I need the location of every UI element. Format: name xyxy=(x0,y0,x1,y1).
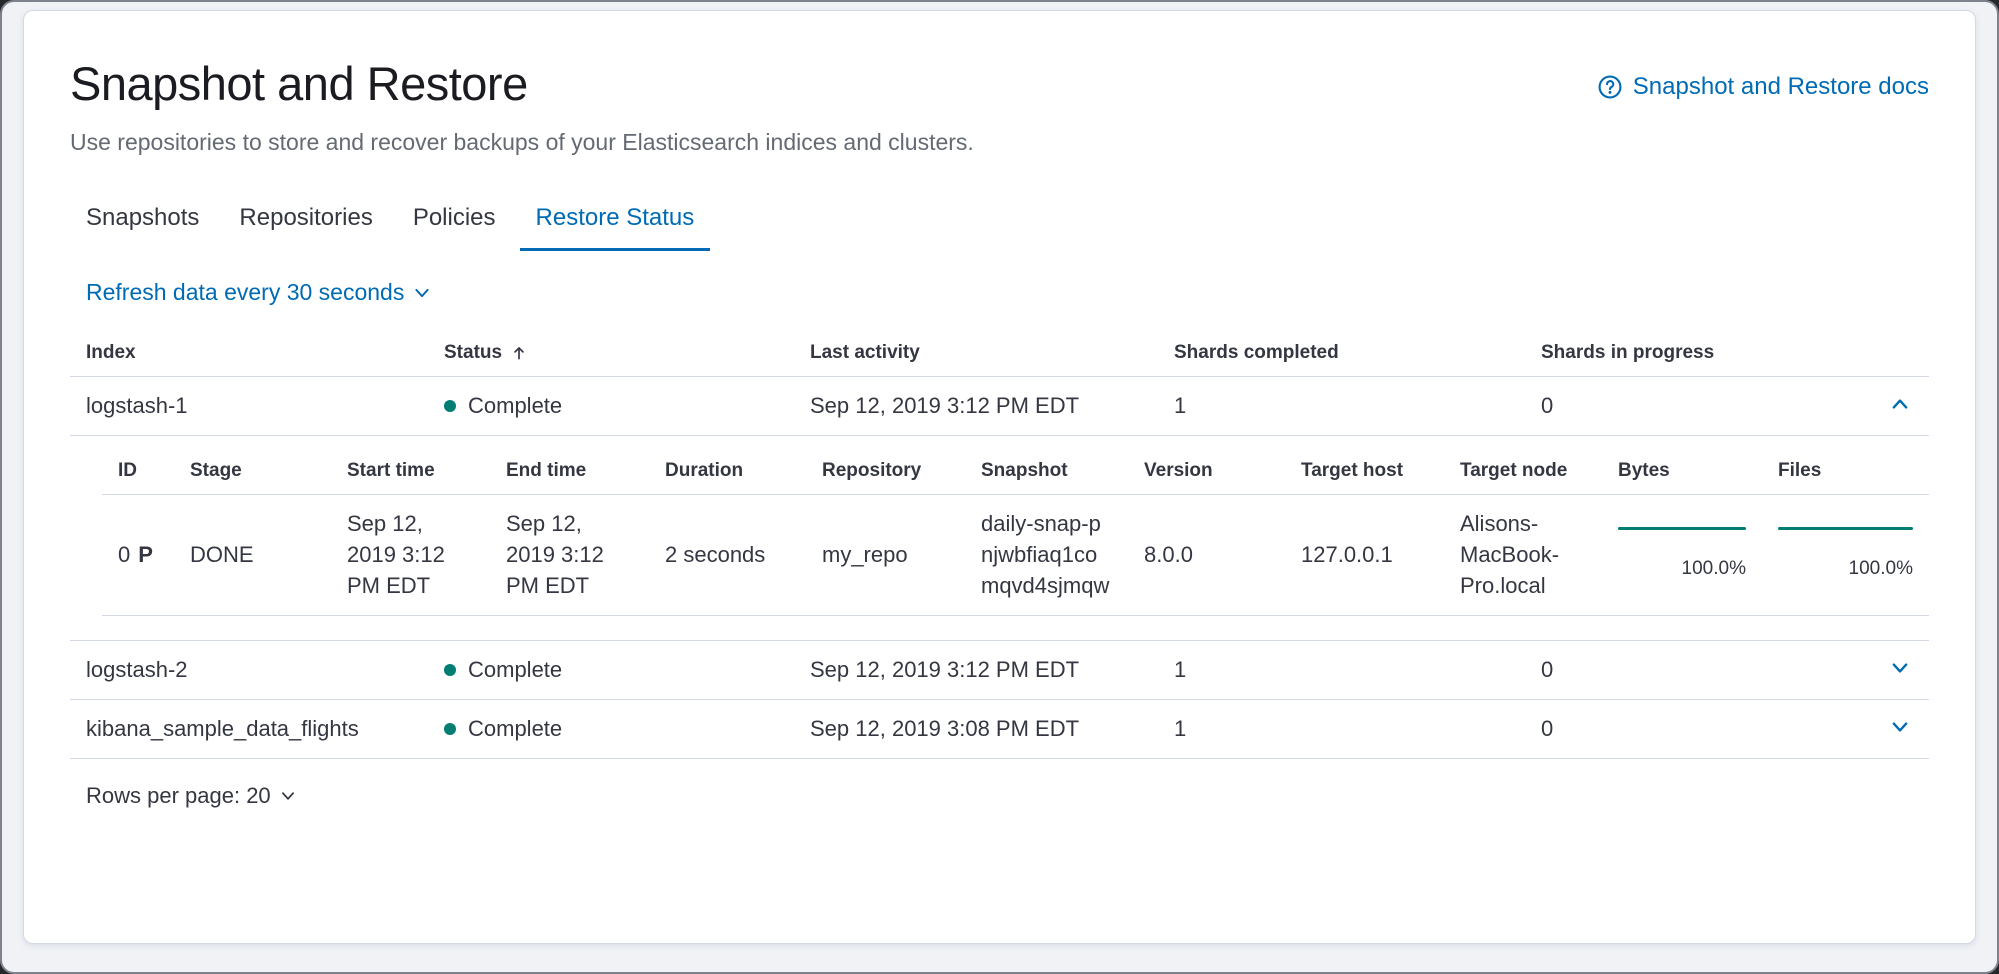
expand-row-button[interactable] xyxy=(1887,714,1913,740)
stage-cell: DONE xyxy=(174,495,331,616)
docs-icon xyxy=(1597,74,1623,100)
target-node-cell: Alisons-MacBook-Pro.local xyxy=(1444,495,1602,616)
shard-detail-table: ID Stage Start time End time Duration Re… xyxy=(102,448,1929,616)
shard-details-container: ID Stage Start time End time Duration Re… xyxy=(70,436,1929,641)
last-activity-cell: Sep 12, 2019 3:12 PM EDT xyxy=(794,377,1158,436)
status-complete-dot-icon xyxy=(444,664,456,676)
shard-detail-header-row: ID Stage Start time End time Duration Re… xyxy=(102,448,1929,495)
tab-repositories[interactable]: Repositories xyxy=(223,192,388,251)
rows-per-page-button[interactable]: Rows per page: 20 xyxy=(86,783,297,809)
rows-per-page-label: Rows per page: 20 xyxy=(86,783,271,809)
detail-column-version: Version xyxy=(1128,448,1285,495)
shards-completed-cell: 1 xyxy=(1158,641,1525,700)
refresh-interval-label: Refresh data every 30 seconds xyxy=(86,279,404,306)
status-cell: Complete xyxy=(428,641,794,700)
status-header-label: Status xyxy=(444,342,502,364)
duration-cell: 2 seconds xyxy=(649,495,806,616)
detail-column-start-time: Start time xyxy=(331,448,490,495)
table-row-logstash-2: logstash-2 Complete Sep 12, 2019 3:12 PM… xyxy=(70,641,1929,700)
snapshot-restore-panel: Snapshot and Restore Snapshot and Restor… xyxy=(23,10,1976,944)
tab-snapshots[interactable]: Snapshots xyxy=(70,192,215,251)
shards-in-progress-cell: 0 xyxy=(1525,641,1865,700)
detail-column-id: ID xyxy=(102,448,174,495)
bytes-progress-cell: 100.0% xyxy=(1602,495,1762,616)
page-title: Snapshot and Restore xyxy=(70,57,528,111)
detail-column-target-host: Target host xyxy=(1285,448,1444,495)
index-cell: logstash-2 xyxy=(70,641,428,700)
page-subtitle: Use repositories to store and recover ba… xyxy=(70,129,1929,156)
bytes-percent-label: 100.0% xyxy=(1618,556,1746,583)
start-time-cell: Sep 12, 2019 3:12 PM EDT xyxy=(331,495,490,616)
column-header-index: Index xyxy=(70,330,428,377)
files-percent-label: 100.0% xyxy=(1778,556,1913,583)
page-header: Snapshot and Restore Snapshot and Restor… xyxy=(70,57,1929,111)
status-complete-dot-icon xyxy=(444,723,456,735)
refresh-interval-button[interactable]: Refresh data every 30 seconds xyxy=(86,279,432,306)
column-header-expander xyxy=(1865,330,1929,377)
shard-id: 0 xyxy=(118,542,130,567)
docs-link-label: Snapshot and Restore docs xyxy=(1633,73,1929,101)
column-header-shards-in-progress: Shards in progress xyxy=(1525,330,1865,377)
sort-arrow-up-icon xyxy=(510,344,528,362)
shards-completed-cell: 1 xyxy=(1158,377,1525,436)
files-progress-bar xyxy=(1778,527,1913,530)
index-cell: logstash-1 xyxy=(70,377,428,436)
chevron-down-icon xyxy=(1889,716,1911,738)
docs-link[interactable]: Snapshot and Restore docs xyxy=(1597,73,1929,101)
repository-cell: my_repo xyxy=(806,495,965,616)
status-label: Complete xyxy=(468,393,562,419)
chevron-down-icon xyxy=(412,283,432,303)
tabs: Snapshots Repositories Policies Restore … xyxy=(70,192,1929,251)
last-activity-cell: Sep 12, 2019 3:08 PM EDT xyxy=(794,700,1158,759)
end-time-cell: Sep 12, 2019 3:12 PM EDT xyxy=(490,495,649,616)
shard-detail-row: 0P DONE Sep 12, 2019 3:12 PM EDT Sep 12,… xyxy=(102,495,1929,616)
table-header-row: Index Status Last activity Shards comple… xyxy=(70,330,1929,377)
shards-completed-cell: 1 xyxy=(1158,700,1525,759)
shards-in-progress-cell: 0 xyxy=(1525,700,1865,759)
detail-column-files: Files xyxy=(1762,448,1929,495)
detail-column-stage: Stage xyxy=(174,448,331,495)
status-complete-dot-icon xyxy=(444,400,456,412)
status-cell: Complete xyxy=(428,700,794,759)
table-row-logstash-1: logstash-1 Complete Sep 12, 2019 3:12 PM… xyxy=(70,377,1929,436)
version-cell: 8.0.0 xyxy=(1128,495,1285,616)
bytes-progress-bar xyxy=(1618,527,1746,530)
target-host-cell: 127.0.0.1 xyxy=(1285,495,1444,616)
detail-column-target-node: Target node xyxy=(1444,448,1602,495)
chevron-down-icon xyxy=(279,787,297,805)
column-header-status: Status xyxy=(428,330,794,377)
status-label: Complete xyxy=(468,657,562,683)
shard-id-cell: 0P xyxy=(102,495,174,616)
expander-cell xyxy=(1865,377,1929,436)
collapse-row-button[interactable] xyxy=(1887,391,1913,417)
detail-column-end-time: End time xyxy=(490,448,649,495)
app-window: Snapshot and Restore Snapshot and Restor… xyxy=(0,0,1999,974)
restore-status-table: Index Status Last activity Shards comple… xyxy=(70,330,1929,759)
tab-restore-status[interactable]: Restore Status xyxy=(520,192,711,251)
table-row-kibana-sample-data-flights: kibana_sample_data_flights Complete Sep … xyxy=(70,700,1929,759)
chevron-up-icon xyxy=(1889,393,1911,415)
shards-in-progress-cell: 0 xyxy=(1525,377,1865,436)
chevron-down-icon xyxy=(1889,657,1911,679)
last-activity-cell: Sep 12, 2019 3:12 PM EDT xyxy=(794,641,1158,700)
tab-policies[interactable]: Policies xyxy=(397,192,512,251)
files-progress-cell: 100.0% xyxy=(1762,495,1929,616)
expanded-shard-details-row: ID Stage Start time End time Duration Re… xyxy=(70,436,1929,641)
detail-column-repository: Repository xyxy=(806,448,965,495)
sort-by-status-button[interactable]: Status xyxy=(444,342,528,364)
column-header-shards-completed: Shards completed xyxy=(1158,330,1525,377)
shard-primary-badge: P xyxy=(138,542,153,567)
status-cell: Complete xyxy=(428,377,794,436)
detail-column-snapshot: Snapshot xyxy=(965,448,1128,495)
detail-column-duration: Duration xyxy=(649,448,806,495)
index-cell: kibana_sample_data_flights xyxy=(70,700,428,759)
snapshot-name-cell: daily-snap-pnjwbfiaq1comqvd4sjmqw xyxy=(965,495,1128,616)
column-header-last-activity: Last activity xyxy=(794,330,1158,377)
detail-column-bytes: Bytes xyxy=(1602,448,1762,495)
expand-row-button[interactable] xyxy=(1887,655,1913,681)
expander-cell xyxy=(1865,641,1929,700)
status-label: Complete xyxy=(468,716,562,742)
expander-cell xyxy=(1865,700,1929,759)
